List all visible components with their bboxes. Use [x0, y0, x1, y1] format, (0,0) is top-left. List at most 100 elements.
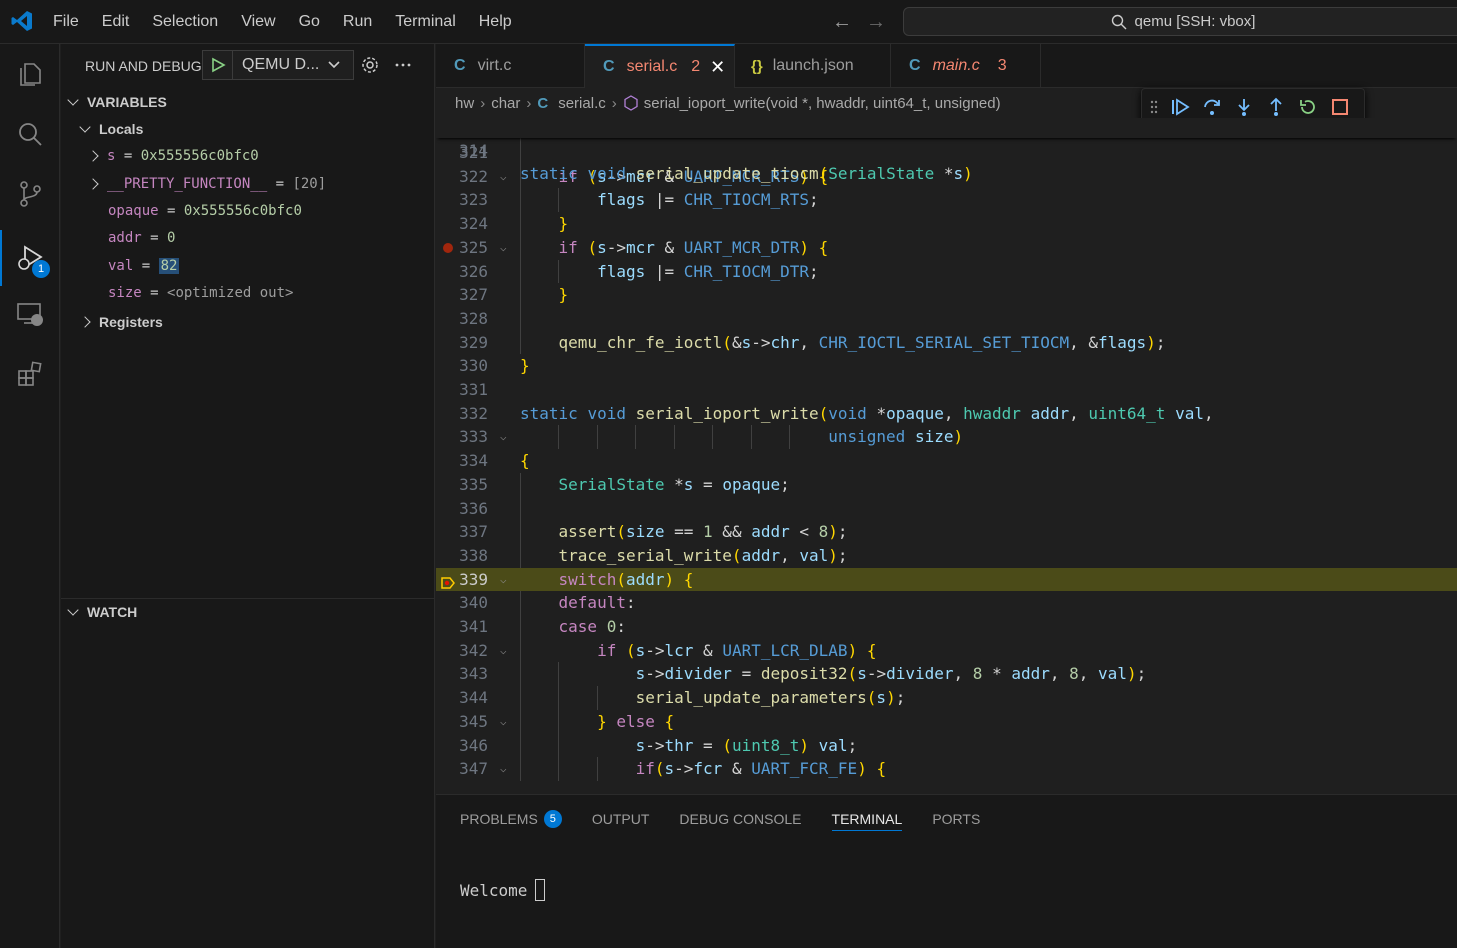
menu-help[interactable]: Help	[479, 13, 512, 31]
variable-row[interactable]: opaque = 0x555556c0bfc0	[108, 198, 302, 224]
line-number[interactable]: 343	[436, 662, 488, 686]
line-number[interactable]: 332	[436, 402, 488, 426]
code-line[interactable]: 327 }	[436, 283, 1457, 307]
menu-view[interactable]: View	[241, 13, 275, 31]
menu-terminal[interactable]: Terminal	[395, 13, 455, 31]
tab-debug-console[interactable]: DEBUG CONSOLE	[679, 811, 801, 827]
code-line[interactable]: 324 }	[436, 212, 1457, 236]
fold-chevron-icon[interactable]: ⌵	[500, 165, 512, 189]
code-line[interactable]: 329 qemu_chr_fe_ioctl(&s->chr, CHR_IOCTL…	[436, 331, 1457, 355]
code-line[interactable]: 344 serial_update_parameters(s);	[436, 686, 1457, 710]
line-number[interactable]: 324	[436, 212, 488, 236]
code-line[interactable]: 345 ⌵ } else {	[436, 710, 1457, 734]
code-line[interactable]: 341 case 0:	[436, 615, 1457, 639]
registers-scope[interactable]: Registers	[61, 309, 434, 335]
tab-ports[interactable]: PORTS	[932, 811, 980, 827]
source-control-activity[interactable]	[0, 166, 60, 222]
tab-output[interactable]: OUTPUT	[592, 811, 650, 827]
sticky-scroll[interactable]: 314 static void serial_update_tiocm(Seri…	[436, 118, 1457, 183]
line-number[interactable]: 327	[436, 283, 488, 307]
breakpoint-icon[interactable]	[443, 242, 453, 253]
menu-go[interactable]: Go	[299, 13, 320, 31]
code-line[interactable]: 321	[436, 141, 1457, 165]
tab-terminal[interactable]: TERMINAL	[831, 811, 903, 831]
line-number[interactable]: 328	[436, 307, 488, 331]
code-line[interactable]: 340 default:	[436, 591, 1457, 615]
fold-chevron-icon[interactable]: ⌵	[500, 710, 512, 734]
tab-virt-c[interactable]: C virt.c	[436, 44, 585, 88]
line-number[interactable]: 336	[436, 497, 488, 521]
terminal[interactable]: Welcome	[460, 879, 546, 901]
code-line[interactable]: 338 trace_serial_write(addr, val);	[436, 544, 1457, 568]
run-debug-activity[interactable]: 1	[0, 230, 60, 286]
launch-config-selector[interactable]: QEMU D...	[202, 50, 354, 80]
tab-launch-json[interactable]: {} launch.json	[735, 44, 891, 88]
line-number[interactable]: 333	[436, 425, 488, 449]
line-number[interactable]: 331	[436, 378, 488, 402]
code-line[interactable]: 333 ⌵ unsigned size)	[436, 425, 1457, 449]
fold-chevron-icon[interactable]: ⌵	[500, 757, 512, 781]
line-number[interactable]: 337	[436, 520, 488, 544]
line-number[interactable]: 326	[436, 260, 488, 284]
code-line[interactable]: 328	[436, 307, 1457, 331]
line-number[interactable]: 342	[436, 639, 488, 663]
step-into-icon[interactable]	[1234, 97, 1254, 117]
code-line[interactable]: 343 s->divider = deposit32(s->divider, 8…	[436, 662, 1457, 686]
search-activity[interactable]	[0, 106, 60, 162]
extensions-activity[interactable]	[0, 346, 60, 402]
start-debugging-button[interactable]	[203, 51, 233, 79]
stop-icon[interactable]	[1330, 97, 1350, 117]
fold-chevron-icon[interactable]: ⌵	[500, 639, 512, 663]
variable-row[interactable]: s = 0x555556c0bfc0	[87, 143, 259, 169]
variable-row[interactable]: size = <optimized out>	[108, 280, 293, 306]
menu-edit[interactable]: Edit	[102, 13, 130, 31]
tab-problems[interactable]: PROBLEMS 5	[460, 810, 562, 828]
code-editor[interactable]: 320 flags &= ~(CHR_TIOCM_RTS | CHR_TIOCM…	[436, 118, 1457, 794]
current-line[interactable]: 339 ⌵ switch(addr) {	[436, 567, 1457, 592]
code-line[interactable]: 336	[436, 497, 1457, 521]
breadcrumb-item[interactable]: serial.c	[558, 95, 606, 112]
fold-chevron-icon[interactable]: ⌵	[500, 236, 512, 260]
menu-file[interactable]: File	[53, 13, 79, 31]
code-line[interactable]: 334 {	[436, 449, 1457, 473]
code-line[interactable]: 326 flags |= CHR_TIOCM_DTR;	[436, 260, 1457, 284]
line-number[interactable]: 330	[436, 354, 488, 378]
gear-icon[interactable]	[361, 56, 379, 74]
line-number[interactable]: 335	[436, 473, 488, 497]
code-line[interactable]: 332 static void serial_ioport_write(void …	[436, 402, 1457, 426]
drag-handle-icon[interactable]	[1150, 99, 1158, 115]
line-number[interactable]: 344	[436, 686, 488, 710]
line-number[interactable]: 341	[436, 615, 488, 639]
tab-main-c[interactable]: C main.c 3	[891, 44, 1041, 88]
tab-serial-c[interactable]: C serial.c 2 ✕	[585, 44, 735, 88]
breadcrumb-symbol[interactable]: serial_ioport_write(void *, hwaddr, uint…	[644, 95, 1001, 112]
line-number[interactable]: 338	[436, 544, 488, 568]
code-line[interactable]: 342 ⌵ if (s->lcr & UART_LCR_DLAB) {	[436, 639, 1457, 663]
back-arrow-icon[interactable]: ←	[832, 11, 852, 34]
forward-arrow-icon[interactable]: →	[866, 11, 886, 34]
more-actions-icon[interactable]	[394, 56, 412, 74]
continue-icon[interactable]	[1170, 97, 1190, 117]
line-number[interactable]: 340	[436, 591, 488, 615]
step-over-icon[interactable]	[1202, 97, 1222, 117]
variable-row[interactable]: __PRETTY_FUNCTION__ = [20]	[87, 171, 326, 197]
variable-row[interactable]: val = 82	[108, 253, 180, 279]
close-icon[interactable]: ✕	[710, 57, 725, 78]
locals-scope[interactable]: Locals	[61, 116, 434, 142]
code-line[interactable]: 346 s->thr = (uint8_t) val;	[436, 734, 1457, 758]
code-line[interactable]: 331	[436, 378, 1457, 402]
explorer-activity[interactable]	[0, 46, 60, 102]
code-line[interactable]: 335 SerialState *s = opaque;	[436, 473, 1457, 497]
breadcrumb-item[interactable]: char	[491, 95, 520, 112]
breadcrumb-item[interactable]: hw	[455, 95, 474, 112]
remote-explorer-activity[interactable]	[0, 286, 60, 342]
variables-section-header[interactable]: VARIABLES	[61, 89, 434, 115]
code-line[interactable]: 337 assert(size == 1 && addr < 8);	[436, 520, 1457, 544]
code-line[interactable]: 330}	[436, 354, 1457, 378]
fold-chevron-icon[interactable]: ⌵	[500, 568, 512, 592]
line-number[interactable]: 334	[436, 449, 488, 473]
code-line[interactable]: 347 ⌵ if(s->fcr & UART_FCR_FE) {	[436, 757, 1457, 781]
step-out-icon[interactable]	[1266, 97, 1286, 117]
fold-chevron-icon[interactable]: ⌵	[500, 425, 512, 449]
line-number[interactable]: 345	[436, 710, 488, 734]
